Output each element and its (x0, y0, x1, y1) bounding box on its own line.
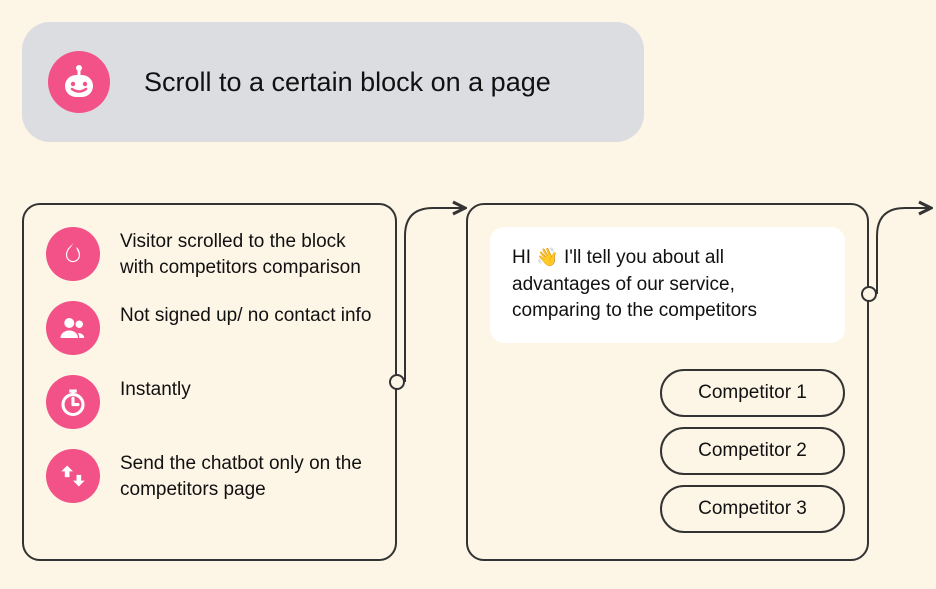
stopwatch-icon (46, 375, 100, 429)
option-competitor-3[interactable]: Competitor 3 (660, 485, 845, 533)
chat-prefix: HI (512, 247, 536, 268)
connector-dot (861, 286, 877, 302)
response-card: HI 👋 I'll tell you about all advantages … (466, 203, 869, 561)
arrows-icon (46, 449, 100, 503)
header-card: Scroll to a certain block on a page (22, 22, 644, 142)
users-icon (46, 301, 100, 355)
trigger-card: Visitor scrolled to the block with compe… (22, 203, 397, 561)
chat-message: HI 👋 I'll tell you about all advantages … (490, 227, 845, 343)
trigger-text: Send the chatbot only on the competitors… (120, 449, 373, 502)
option-list: Competitor 1 Competitor 2 Competitor 3 (490, 369, 845, 533)
trigger-row: Not signed up/ no contact info (46, 301, 373, 355)
connector-dot (389, 374, 405, 390)
flame-icon (46, 227, 100, 281)
connector-arrow (869, 196, 936, 304)
trigger-text: Visitor scrolled to the block with compe… (120, 227, 373, 280)
trigger-text: Instantly (120, 375, 191, 403)
header-title: Scroll to a certain block on a page (144, 67, 551, 98)
option-competitor-1[interactable]: Competitor 1 (660, 369, 845, 417)
trigger-text: Not signed up/ no contact info (120, 301, 371, 329)
connector-arrow (397, 196, 475, 392)
trigger-row: Visitor scrolled to the block with compe… (46, 227, 373, 281)
bot-icon (48, 51, 110, 113)
trigger-row: Send the chatbot only on the competitors… (46, 449, 373, 503)
option-competitor-2[interactable]: Competitor 2 (660, 427, 845, 475)
wave-icon: 👋 (536, 247, 558, 267)
trigger-row: Instantly (46, 375, 373, 429)
